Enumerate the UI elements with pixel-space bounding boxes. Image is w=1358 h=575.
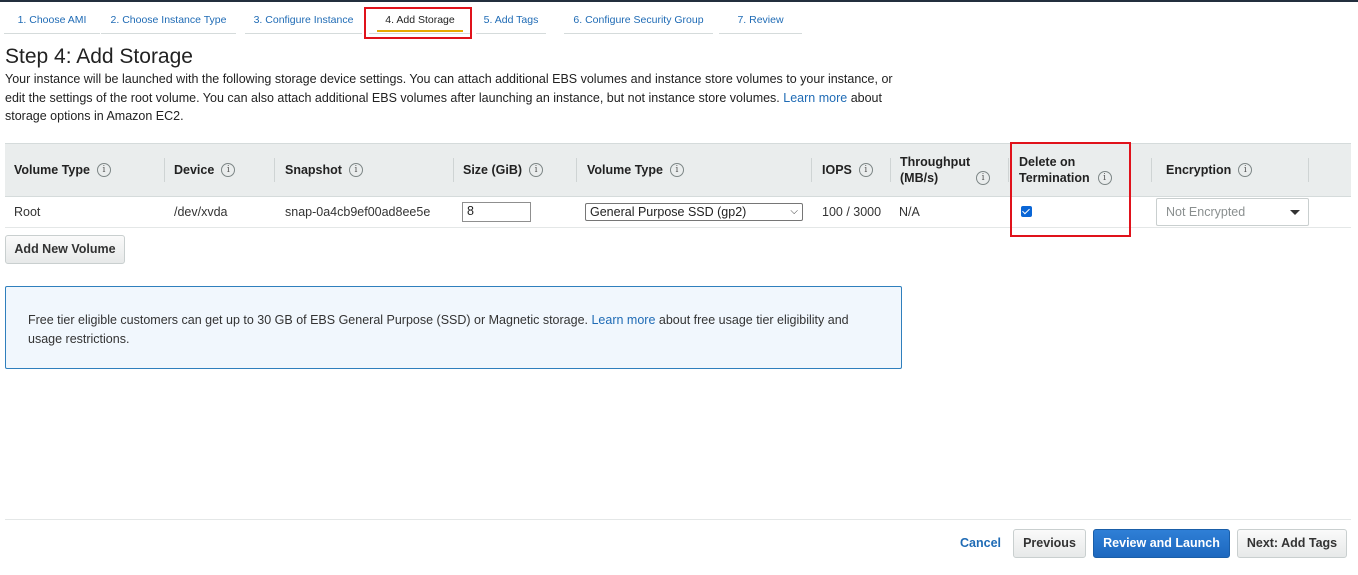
info-icon[interactable]: i (1097, 171, 1112, 185)
previous-button[interactable]: Previous (1013, 529, 1086, 558)
size-input[interactable]: 8 (462, 202, 531, 222)
column-divider (576, 158, 577, 182)
col-device-label: Device (174, 163, 215, 177)
info-icon[interactable]: i (529, 163, 544, 177)
col-throughput-label: Throughput (MB/s) (900, 154, 970, 186)
cell-throughput: N/A (899, 205, 920, 219)
col-throughput: Throughput (MB/s) i (891, 144, 1009, 196)
intro-text: Your instance will be launched with the … (5, 70, 900, 126)
volume-type-selected: General Purpose SSD (gp2) (590, 205, 747, 219)
cell-iops: 100 / 3000 (822, 205, 882, 219)
col-ebs-volume-type-label: Volume Type (587, 163, 663, 177)
tab-choose-ami[interactable]: 1. Choose AMI (4, 8, 100, 34)
cell-volume-type: Root (14, 205, 41, 219)
footer-divider (5, 519, 1351, 520)
column-divider (811, 158, 812, 182)
col-size-label: Size (GiB) (463, 163, 523, 177)
tab-choose-instance-type[interactable]: 2. Choose Instance Type (101, 8, 236, 34)
col-volume-type-label: Volume Type (14, 163, 90, 177)
cell-snapshot: snap-0a4cb9ef00ad8ee5e (285, 205, 431, 219)
info-icon[interactable]: i (221, 163, 236, 177)
col-delete-label: Delete on Termination (1019, 154, 1090, 186)
col-encryption: Encryption i (1157, 144, 1309, 196)
chevron-down-icon: ⌵ (790, 206, 798, 217)
next-add-tags-button[interactable]: Next: Add Tags (1237, 529, 1347, 558)
column-divider (1151, 158, 1152, 182)
encryption-select[interactable]: Not Encrypted (1156, 198, 1309, 226)
col-volume-type: Volume Type i (5, 144, 165, 196)
col-device: Device i (165, 144, 275, 196)
column-divider (274, 158, 275, 182)
add-new-volume-button[interactable]: Add New Volume (5, 235, 125, 264)
info-icon[interactable]: i (858, 163, 873, 177)
col-ebs-volume-type: Volume Type i (578, 144, 812, 196)
column-divider (1308, 158, 1309, 182)
caret-down-icon (1290, 210, 1300, 215)
cancel-link[interactable]: Cancel (960, 536, 1001, 550)
column-divider (1008, 158, 1009, 182)
col-throughput-label-line1: Throughput (900, 155, 971, 169)
col-size: Size (GiB) i (454, 144, 577, 196)
free-tier-text-part-1: Free tier eligible customers can get up … (28, 313, 588, 327)
col-delete-on-termination: Delete on Termination i (1010, 144, 1152, 196)
free-tier-notice: Free tier eligible customers can get up … (5, 286, 902, 369)
info-icon[interactable]: i (96, 163, 111, 177)
encryption-selected: Not Encrypted (1166, 205, 1246, 219)
info-icon[interactable]: i (669, 163, 684, 177)
col-delete-label-line2: Termination (1019, 171, 1090, 185)
volume-type-select[interactable]: General Purpose SSD (gp2) ⌵ (585, 203, 803, 221)
free-tier-learn-more-link[interactable]: Learn more (591, 313, 655, 327)
col-delete-label-line1: Delete on (1019, 155, 1076, 169)
tab-add-tags[interactable]: 5. Add Tags (476, 8, 546, 34)
col-snapshot-label: Snapshot (285, 163, 342, 177)
delete-on-termination-checkbox[interactable] (1021, 206, 1032, 217)
review-and-launch-button[interactable]: Review and Launch (1093, 529, 1230, 558)
cell-device: /dev/xvda (174, 205, 228, 219)
top-bar (0, 0, 1358, 2)
info-icon[interactable]: i (348, 163, 363, 177)
info-icon[interactable]: i (1238, 163, 1253, 177)
col-iops-label: IOPS (822, 163, 852, 177)
info-icon[interactable]: i (976, 171, 991, 185)
col-encryption-label: Encryption (1166, 163, 1232, 177)
free-tier-text: Free tier eligible customers can get up … (28, 311, 868, 348)
intro-text-part-1: Your instance will be launched with the … (5, 72, 893, 105)
tab-configure-instance[interactable]: 3. Configure Instance (245, 8, 362, 34)
table-row: Root /dev/xvda snap-0a4cb9ef00ad8ee5e 8 … (5, 197, 1351, 228)
col-snapshot: Snapshot i (276, 144, 454, 196)
page-title: Step 4: Add Storage (5, 45, 193, 68)
col-throughput-label-line2: (MB/s) (900, 171, 939, 185)
storage-table-header: Volume Type i Device i Snapshot i Size (… (5, 143, 1351, 197)
tab-configure-security-group[interactable]: 6. Configure Security Group (564, 8, 713, 34)
tab-review[interactable]: 7. Review (719, 8, 802, 34)
storage-learn-more-link[interactable]: Learn more (783, 91, 847, 105)
col-iops: IOPS i (813, 144, 891, 196)
tab-add-storage[interactable]: 4. Add Storage (369, 8, 471, 34)
